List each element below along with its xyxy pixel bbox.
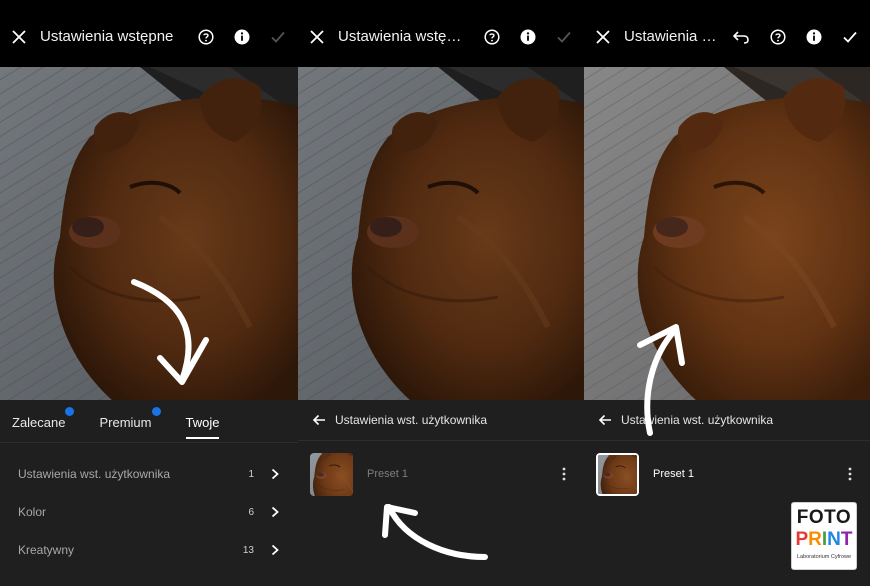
preset-item[interactable]: Preset 1 xyxy=(298,441,584,507)
sub-header: Ustawienia wst. użytkownika xyxy=(298,400,584,441)
close-icon[interactable] xyxy=(594,28,612,46)
category-count: 13 xyxy=(242,544,254,556)
logo-line-3: Laboratorium Cyfrowe xyxy=(796,554,852,560)
tab-label: Twoje xyxy=(185,414,220,430)
logo-line-1: FOTO xyxy=(796,507,852,528)
panel-preset-applied: Ustawienia wst... Ustawienia wst. użytko… xyxy=(584,0,870,586)
preset-thumbnail xyxy=(596,452,639,496)
top-bar: Ustawienia wst... xyxy=(584,0,870,67)
photo-preview xyxy=(298,67,584,400)
help-icon[interactable] xyxy=(770,28,786,45)
user-presets-sheet: Ustawienia wst. użytkownika Preset 1 xyxy=(298,400,584,586)
sub-header: Ustawienia wst. użytkownika xyxy=(584,400,870,441)
chevron-right-icon xyxy=(271,506,279,518)
more-vertical-icon[interactable] xyxy=(562,467,566,481)
chevron-right-icon xyxy=(271,468,279,480)
category-kreatywny[interactable]: Kreatywny 13 xyxy=(0,531,298,569)
category-count: 6 xyxy=(248,506,254,518)
sub-header-title: Ustawienia wst. użytkownika xyxy=(335,413,488,427)
info-icon[interactable] xyxy=(806,29,822,45)
check-icon[interactable] xyxy=(270,29,286,45)
category-label: Ustawienia wst. użytkownika xyxy=(18,467,171,481)
photo-preview xyxy=(584,67,870,400)
preset-category-list: Ustawienia wst. użytkownika 1 Kolor 6 Kr… xyxy=(0,443,298,569)
presets-sheet: Zalecane Premium Twoje Ustawienia wst. u… xyxy=(0,400,298,586)
panel-user-presets: Ustawienia wstępne Ustawienia wst. użytk… xyxy=(298,0,584,586)
photo-preview xyxy=(0,67,298,400)
close-icon[interactable] xyxy=(10,28,28,46)
help-icon[interactable] xyxy=(198,28,214,45)
back-arrow-icon[interactable] xyxy=(312,413,326,427)
category-kolor[interactable]: Kolor 6 xyxy=(0,493,298,531)
check-icon[interactable] xyxy=(842,29,858,45)
premium-star-icon xyxy=(151,406,161,416)
tab-twoje[interactable]: Twoje xyxy=(185,413,220,439)
top-bar: Ustawienia wstępne xyxy=(0,0,298,67)
category-count: 1 xyxy=(248,468,254,480)
info-icon[interactable] xyxy=(520,29,536,45)
tab-label: Premium xyxy=(99,414,152,430)
premium-star-icon xyxy=(65,406,75,416)
info-icon[interactable] xyxy=(234,29,250,45)
help-icon[interactable] xyxy=(484,28,500,45)
preset-item-selected[interactable]: Preset 1 xyxy=(584,441,870,507)
logo-line-2: PRINT xyxy=(795,529,853,550)
page-title: Ustawienia wstępne xyxy=(40,28,174,45)
panel-presets-your: Ustawienia wstępne Zalecane Premium Twoj… xyxy=(0,0,298,586)
sub-header-title: Ustawienia wst. użytkownika xyxy=(621,413,774,427)
preset-thumbnail xyxy=(310,452,353,496)
preset-name: Preset 1 xyxy=(367,468,408,480)
back-arrow-icon[interactable] xyxy=(598,413,612,427)
page-title: Ustawienia wstępne xyxy=(338,28,464,45)
preset-tabs: Zalecane Premium Twoje xyxy=(0,400,298,443)
check-icon[interactable] xyxy=(556,29,572,45)
category-label: Kreatywny xyxy=(18,543,75,557)
category-label: Kolor xyxy=(18,505,47,519)
tab-premium[interactable]: Premium xyxy=(99,406,161,430)
more-vertical-icon[interactable] xyxy=(848,467,852,481)
undo-icon[interactable] xyxy=(732,29,750,45)
top-bar: Ustawienia wstępne xyxy=(298,0,584,67)
tab-label: Zalecane xyxy=(12,414,66,430)
fotoprint-logo: FOTO PRINT Laboratorium Cyfrowe xyxy=(791,502,857,570)
preset-name: Preset 1 xyxy=(653,468,694,480)
close-icon[interactable] xyxy=(308,28,326,46)
category-user-presets[interactable]: Ustawienia wst. użytkownika 1 xyxy=(0,455,298,493)
page-title: Ustawienia wst... xyxy=(624,28,720,45)
chevron-right-icon xyxy=(271,544,279,556)
tab-zalecane[interactable]: Zalecane xyxy=(12,406,75,430)
